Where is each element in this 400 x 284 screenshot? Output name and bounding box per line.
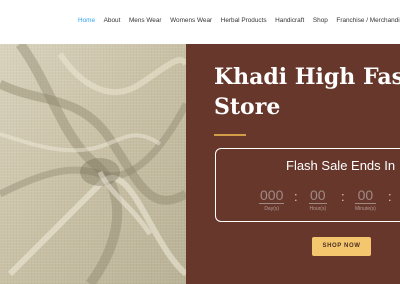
countdown-title: Flash Sale Ends In (286, 158, 396, 173)
khadi-fabric-image (0, 44, 186, 284)
nav-mens-wear[interactable]: Mens Wear (129, 17, 162, 24)
shop-now-button[interactable]: SHOP NOW (312, 237, 371, 256)
separator: : (341, 189, 345, 204)
nav-womens-wear[interactable]: Womens Wear (170, 17, 212, 24)
separator: : (388, 189, 392, 204)
nav-herbal-products[interactable]: Herbal Products (221, 17, 267, 24)
hero-title-line2: Store (214, 94, 281, 120)
nav-about[interactable]: About (104, 17, 121, 24)
nav-handicraft[interactable]: Handicraft (275, 17, 304, 24)
site-header: Home About Mens Wear Womens Wear Herbal Prod… (0, 0, 400, 44)
hero-title-line1: Khadi High Fashi (214, 64, 400, 90)
separator: : (294, 189, 298, 204)
days-label: Day(s) (264, 206, 280, 212)
nav-shop[interactable]: Shop (313, 17, 328, 24)
countdown-minutes: 00 Minute(s) (355, 188, 376, 212)
hours-value: 00 (309, 187, 327, 204)
minutes-label: Minute(s) (355, 206, 376, 212)
hero-section: Khadi High Fashi Store Flash Sale Ends I… (0, 44, 400, 284)
hours-label: Hour(s) (309, 206, 327, 212)
days-value: 000 (259, 187, 285, 204)
countdown-hours: 00 Hour(s) (309, 188, 327, 212)
hero-title: Khadi High Fashi Store (214, 62, 400, 122)
nav-home[interactable]: Home (78, 17, 95, 24)
main-nav: Home About Mens Wear Womens Wear Herbal Prod… (78, 17, 400, 24)
nav-franchise[interactable]: Franchise / Merchandi (336, 17, 399, 24)
minutes-value: 00 (355, 188, 376, 204)
title-divider (214, 134, 246, 136)
flash-sale-countdown: Flash Sale Ends In 000 Day(s) : 00 Hour(… (215, 148, 400, 222)
countdown-days: 000 Day(s) (259, 187, 285, 212)
